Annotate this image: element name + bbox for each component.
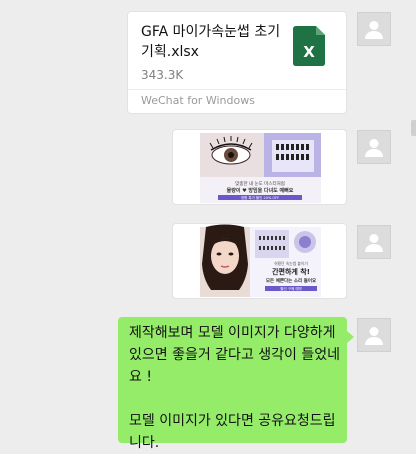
avatar[interactable]	[357, 12, 391, 46]
text-message-bubble[interactable]: 제작해보며 모델 이미지가 다양하게 있으면 좋을거 같다고 생각이 들었네요 …	[118, 317, 347, 451]
bubble-tail	[347, 331, 354, 343]
image-caption-line1: 맞춤한 내 눈도 마스터처럼	[235, 180, 285, 187]
svg-text:X: X	[303, 43, 315, 61]
file-message-card[interactable]: GFA 마이가속눈썹 초기 기획.xlsx X 343.3K WeChat fo…	[127, 11, 347, 114]
file-name: GFA 마이가속눈썹 초기 기획.xlsx	[141, 24, 281, 60]
file-size: 343.3K	[141, 68, 184, 82]
avatar[interactable]	[357, 318, 391, 352]
model-product-image: 쉬웠던 속눈썹 붙이기 간편하게 착! 모든 예쁜다는 소리 들어요 할인 구매…	[200, 224, 321, 297]
user-avatar-icon	[365, 327, 383, 345]
eyelash-product-image: 맞춤한 내 눈도 마스터처럼 물량이 ♥ 방임을 다녀도 예뻐요 정원 특가 할…	[200, 133, 321, 203]
user-avatar-icon	[365, 234, 383, 252]
image-caption-line2: 물량이 ♥ 방임을 다녀도 예뻐요	[227, 187, 294, 194]
divider	[128, 89, 346, 90]
image-headline-sub: 모든 예쁜다는 소리 들어요	[266, 277, 316, 284]
message-text: 제작해보며 모델 이미지가 다양하게 있으면 좋을거 같다고 생각이 들었네요 …	[129, 325, 340, 451]
file-source: WeChat for Windows	[141, 94, 255, 107]
image-message[interactable]: 맞춤한 내 눈도 마스터처럼 물량이 ♥ 방임을 다녀도 예뻐요 정원 특가 할…	[172, 129, 347, 205]
image-headline-small: 쉬웠던 속눈썹 붙이기	[274, 261, 308, 266]
image-headline-large: 간편하게 착!	[272, 267, 310, 276]
image-promo: 할인 구매 예약	[280, 286, 302, 291]
avatar[interactable]	[357, 130, 391, 164]
user-avatar-icon	[365, 21, 383, 39]
excel-file-icon: X	[293, 26, 325, 66]
user-avatar-icon	[365, 139, 383, 157]
image-promo: 정원 특가 할인 20% OFF	[241, 195, 279, 200]
image-message[interactable]: 쉬웠던 속눈썹 붙이기 간편하게 착! 모든 예쁜다는 소리 들어요 할인 구매…	[172, 223, 347, 299]
scrollbar-thumb[interactable]	[411, 120, 416, 136]
avatar[interactable]	[357, 225, 391, 259]
